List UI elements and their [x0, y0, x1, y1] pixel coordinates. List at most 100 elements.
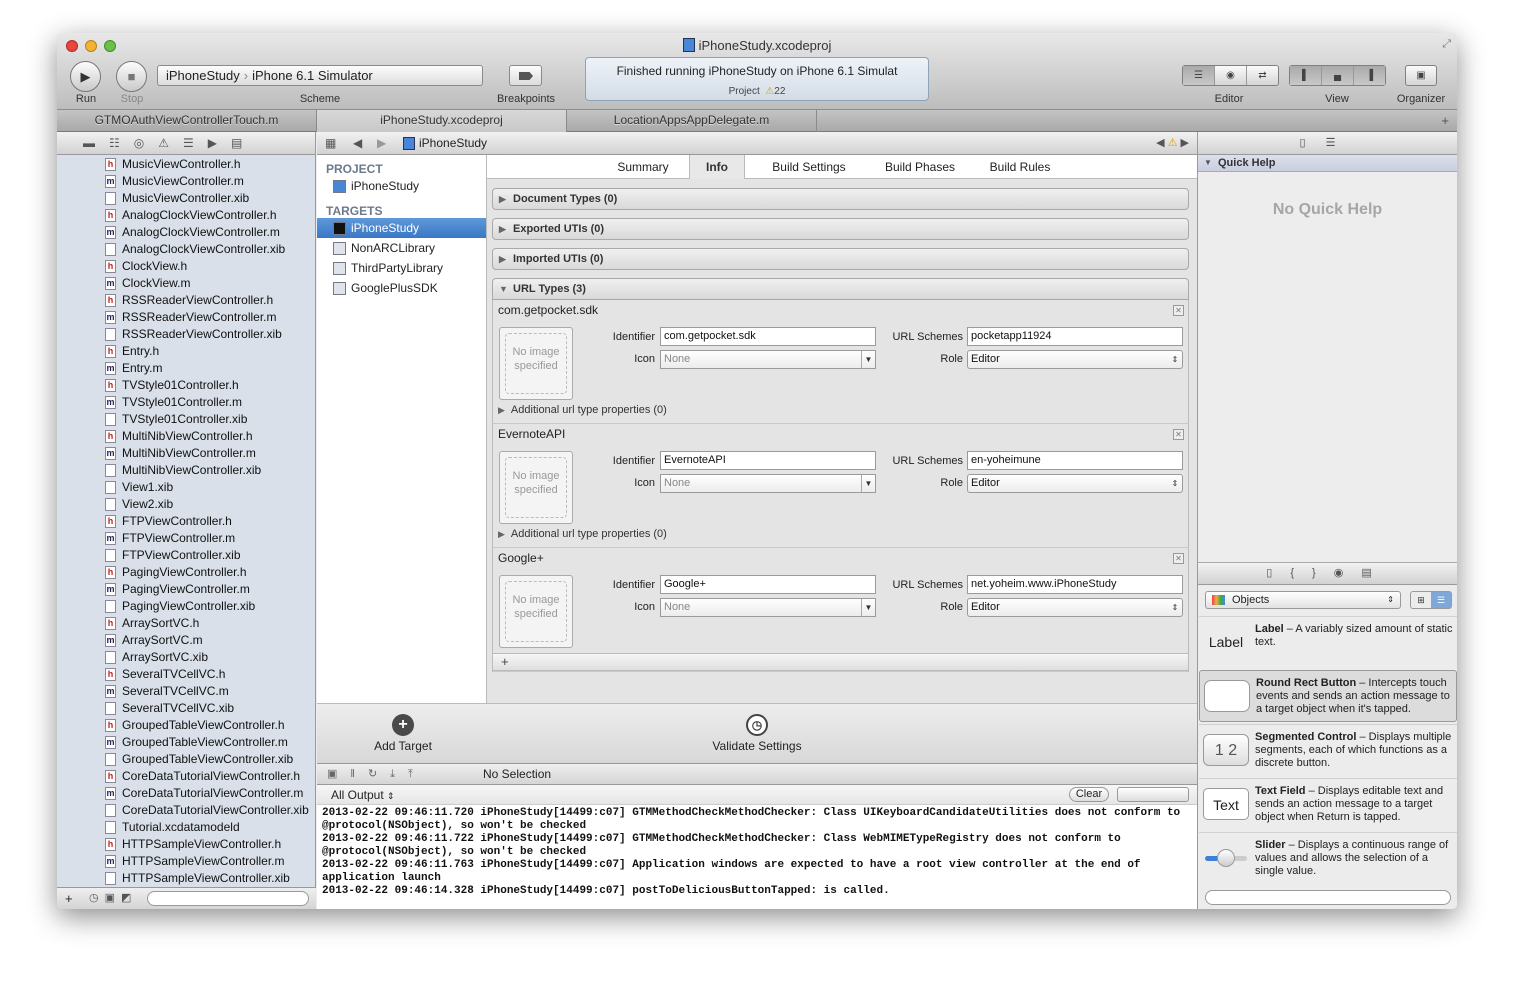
issue-navigation-icons[interactable]: ◀ ⚠ ▶: [1156, 136, 1189, 149]
fullscreen-icon[interactable]: ⤢: [1442, 38, 1451, 51]
file-item[interactable]: ArraySortVC.xib: [57, 649, 315, 666]
file-item[interactable]: View2.xib: [57, 496, 315, 513]
file-item[interactable]: h PagingViewController.h: [57, 564, 315, 581]
quick-help-header[interactable]: ▼ Quick Help: [1198, 155, 1457, 172]
breakpoint-nav-icon[interactable]: ▶: [208, 136, 217, 150]
library-category-selector[interactable]: Objects ⇕: [1205, 591, 1401, 609]
new-tab-button[interactable]: +: [1441, 113, 1449, 128]
file-item[interactable]: HTTPSampleViewController.xib: [57, 870, 315, 887]
file-item[interactable]: m GroupedTableViewController.m: [57, 734, 315, 751]
file-item[interactable]: h TVStyle01Controller.h: [57, 377, 315, 394]
role-popup[interactable]: Editor ⇕: [967, 474, 1183, 493]
issue-icon[interactable]: ⚠: [158, 136, 169, 150]
icon-combo[interactable]: None ▼: [660, 598, 876, 617]
add-url-type-button[interactable]: +: [501, 654, 509, 669]
output-selector[interactable]: All Output ⇕: [331, 788, 395, 802]
role-popup[interactable]: Editor ⇕: [967, 598, 1183, 617]
file-item[interactable]: h HTTPSampleViewController.h: [57, 836, 315, 853]
exported-utis-section[interactable]: ▶ Exported UTIs (0): [492, 218, 1189, 240]
forward-icon[interactable]: ▶: [377, 136, 386, 150]
remove-url-type-icon[interactable]: ✕: [1173, 553, 1184, 564]
file-item[interactable]: m Entry.m: [57, 360, 315, 377]
navigator-filter-field[interactable]: [147, 891, 309, 906]
file-item[interactable]: m MultiNibViewController.m: [57, 445, 315, 462]
target-googleplussdk[interactable]: GooglePlusSDK: [317, 278, 486, 298]
back-icon[interactable]: ◀: [353, 136, 362, 150]
file-item[interactable]: m FTPViewController.m: [57, 530, 315, 547]
label-object[interactable]: Label Label – A variably sized amount of …: [1199, 616, 1457, 668]
debug-controls[interactable]: ▣‖↻⤓⤒: [327, 767, 426, 781]
file-item[interactable]: m CoreDataTutorialViewController.m: [57, 785, 315, 802]
run-button[interactable]: ▶: [70, 61, 101, 92]
file-item[interactable]: m HTTPSampleViewController.m: [57, 853, 315, 870]
validate-settings-button[interactable]: ◷ Validate Settings: [707, 714, 807, 753]
remove-url-type-icon[interactable]: ✕: [1173, 305, 1184, 316]
file-item[interactable]: MultiNibViewController.xib: [57, 462, 315, 479]
debug-area-toggle-icon[interactable]: ▄: [1322, 66, 1354, 85]
tab-build-settings[interactable]: Build Settings: [753, 155, 865, 179]
file-item[interactable]: m AnalogClockViewController.m: [57, 224, 315, 241]
file-item[interactable]: h ArraySortVC.h: [57, 615, 315, 632]
tab-gtmoauth[interactable]: GTMOAuthViewControllerTouch.m: [57, 110, 317, 132]
filter-icons[interactable]: ◷▣◩: [89, 891, 137, 904]
document-types-section[interactable]: ▶ Document Types (0): [492, 188, 1189, 210]
standard-editor-icon[interactable]: ☰: [1183, 66, 1215, 85]
identifier-field[interactable]: EvernoteAPI: [660, 451, 876, 470]
url-type-image-well[interactable]: No image specified: [499, 451, 573, 524]
url-schemes-field[interactable]: net.yoheim.www.iPhoneStudy: [967, 575, 1183, 594]
tab-summary[interactable]: Summary: [602, 155, 684, 179]
library-view-toggle[interactable]: ⊞ ☰: [1410, 591, 1452, 609]
file-item[interactable]: h Entry.h: [57, 343, 315, 360]
search-icon[interactable]: ◎: [134, 136, 144, 150]
assistant-editor-icon[interactable]: ◉: [1215, 66, 1247, 85]
tab-build-phases[interactable]: Build Phases: [870, 155, 970, 179]
editor-segmented-control[interactable]: ☰ ◉ ⇄: [1182, 65, 1279, 86]
target-thirdpartylibrary[interactable]: ThirdPartyLibrary: [317, 258, 486, 278]
slider-object[interactable]: Slider – Displays a continuous range of …: [1199, 832, 1457, 884]
target-nonarclibrary[interactable]: NonARCLibrary: [317, 238, 486, 258]
file-item[interactable]: h CoreDataTutorialViewController.h: [57, 768, 315, 785]
test-icon[interactable]: ☰: [183, 136, 194, 150]
add-icon[interactable]: +: [65, 891, 73, 906]
round-rect-button-object[interactable]: Round Rect Button – Intercepts touch eve…: [1199, 670, 1457, 722]
file-item[interactable]: m MusicViewController.m: [57, 173, 315, 190]
file-item[interactable]: h MusicViewController.h: [57, 156, 315, 173]
folder-icon[interactable]: ▬: [83, 136, 95, 150]
url-type-image-well[interactable]: No image specified: [499, 575, 573, 648]
imported-utis-section[interactable]: ▶ Imported UTIs (0): [492, 248, 1189, 270]
utilities-toggle-icon[interactable]: ▐: [1354, 66, 1385, 85]
file-item[interactable]: PagingViewController.xib: [57, 598, 315, 615]
symbol-icon[interactable]: ☷: [109, 136, 120, 150]
breakpoints-button[interactable]: [509, 65, 542, 86]
file-item[interactable]: h GroupedTableViewController.h: [57, 717, 315, 734]
file-item[interactable]: CoreDataTutorialViewController.xib: [57, 802, 315, 819]
code-snippet-icon[interactable]: {}: [1290, 567, 1333, 579]
file-item[interactable]: h FTPViewController.h: [57, 513, 315, 530]
grid-view-icon[interactable]: ⊞: [1411, 592, 1431, 608]
file-item[interactable]: m ClockView.m: [57, 275, 315, 292]
media-library-icon[interactable]: ▤: [1361, 567, 1389, 579]
icon-combo[interactable]: None ▼: [660, 474, 876, 493]
segmented-control-object[interactable]: 1 2 Segmented Control – Displays multiple…: [1199, 724, 1457, 776]
warning-count[interactable]: 22: [774, 86, 785, 97]
tab-info[interactable]: Info: [689, 155, 745, 179]
file-item[interactable]: FTPViewController.xib: [57, 547, 315, 564]
file-item[interactable]: h AnalogClockViewController.h: [57, 207, 315, 224]
identifier-field[interactable]: com.getpocket.sdk: [660, 327, 876, 346]
chevron-down-icon[interactable]: ▼: [861, 475, 875, 492]
file-item[interactable]: m PagingViewController.m: [57, 581, 315, 598]
chevron-down-icon[interactable]: ▼: [861, 599, 875, 616]
url-schemes-field[interactable]: pocketapp11924: [967, 327, 1183, 346]
file-item[interactable]: m ArraySortVC.m: [57, 632, 315, 649]
stop-button[interactable]: ■: [116, 61, 147, 92]
file-item[interactable]: RSSReaderViewController.xib: [57, 326, 315, 343]
object-library-icon[interactable]: ◉: [1334, 567, 1362, 579]
list-view-icon[interactable]: ☰: [1431, 592, 1451, 608]
additional-properties-toggle[interactable]: ▶Additional url type properties (0): [498, 528, 667, 540]
file-item[interactable]: h RSSReaderViewController.h: [57, 292, 315, 309]
url-types-section[interactable]: ▼ URL Types (3): [492, 278, 1189, 300]
thread-selection[interactable]: No Selection: [483, 767, 551, 781]
add-target-button[interactable]: + Add Target: [367, 714, 439, 753]
file-item[interactable]: MusicViewController.xib: [57, 190, 315, 207]
file-item[interactable]: h SeveralTVCellVC.h: [57, 666, 315, 683]
